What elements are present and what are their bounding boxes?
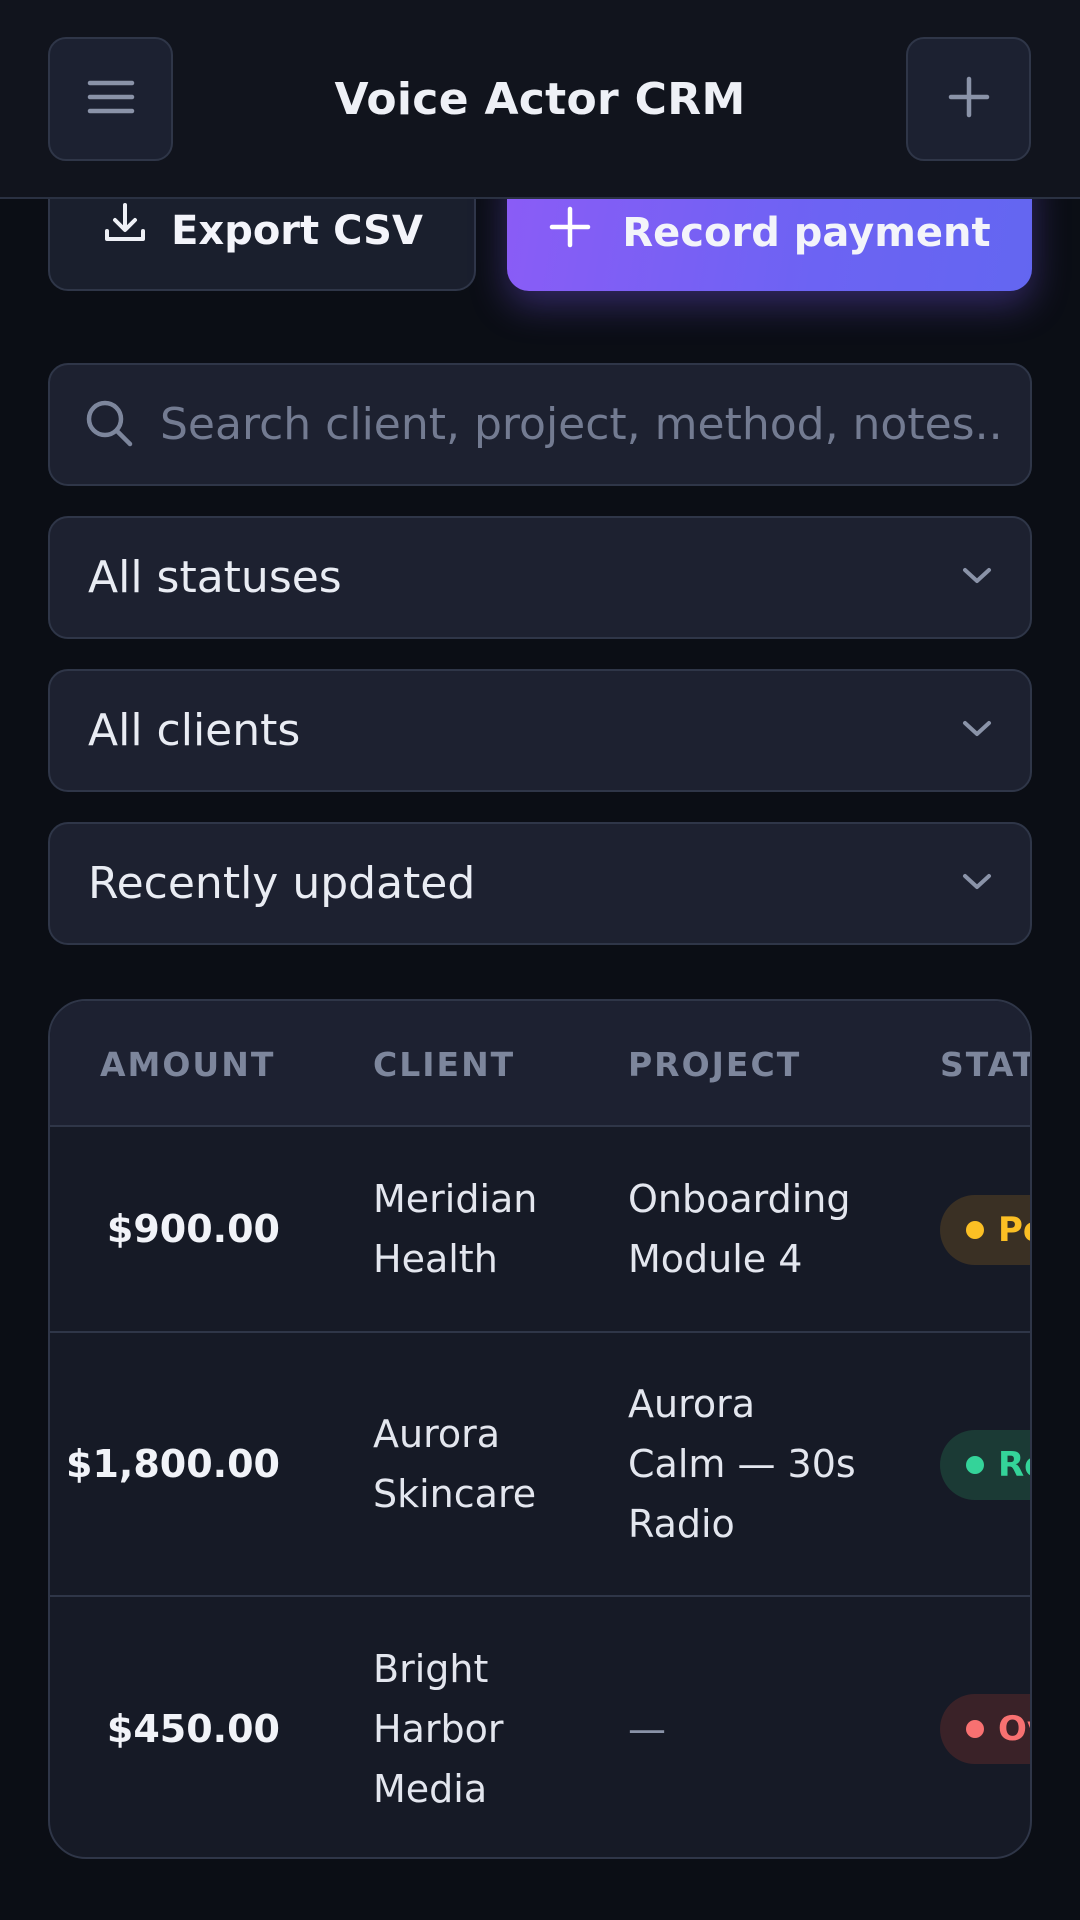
app-root: Export CSV Record payment Voice Actor CR… xyxy=(0,0,1080,1920)
column-header-project[interactable]: PROJECT xyxy=(628,1001,801,1127)
sort-select[interactable]: Recently updated xyxy=(48,822,1032,945)
chevron-down-icon xyxy=(962,566,992,590)
amount-cell: $900.00 xyxy=(106,1207,280,1251)
project-name-line: Onboarding xyxy=(628,1177,851,1221)
status-label: Pending xyxy=(998,1210,1030,1250)
table-row[interactable]: $450.00 Bright Harbor Media — Overdue xyxy=(50,1597,1030,1857)
status-dot xyxy=(966,1456,984,1474)
table-row[interactable]: $1,800.00 Aurora Skincare Aurora Calm — … xyxy=(50,1333,1030,1597)
status-dot xyxy=(966,1221,984,1239)
status-badge: Pending xyxy=(940,1195,1030,1265)
record-payment-label: Record payment xyxy=(622,210,991,256)
download-icon xyxy=(101,199,149,251)
project-cell: — xyxy=(628,1597,888,1857)
status-badge: Overdue xyxy=(940,1694,1030,1764)
client-filter-select[interactable]: All clients xyxy=(48,669,1032,792)
amount-cell: $450.00 xyxy=(106,1707,280,1751)
column-header-client[interactable]: CLIENT xyxy=(373,1001,515,1127)
project-name-line: Module 4 xyxy=(628,1237,803,1281)
search-input[interactable] xyxy=(160,399,1030,450)
chevron-down-icon xyxy=(962,872,992,896)
status-label: Overdue xyxy=(998,1709,1030,1749)
client-name-line: Media xyxy=(373,1767,488,1811)
client-cell: Meridian Health xyxy=(373,1127,563,1331)
amount-cell: $1,800.00 xyxy=(66,1442,280,1486)
chevron-down-icon xyxy=(962,719,992,743)
column-header-status[interactable]: STATUS xyxy=(940,1001,1030,1127)
client-name-line: Harbor xyxy=(373,1707,504,1751)
client-name-line: Health xyxy=(373,1237,498,1281)
project-name-line: Calm — 30s xyxy=(628,1442,856,1486)
status-filter-value: All statuses xyxy=(88,552,342,603)
client-name-line: Aurora xyxy=(373,1412,501,1456)
search-icon xyxy=(84,398,134,452)
search-box[interactable] xyxy=(48,363,1032,486)
client-name-line: Meridian xyxy=(373,1177,538,1221)
project-cell: Aurora Calm — 30s Radio xyxy=(628,1333,888,1595)
project-name-line: Radio xyxy=(628,1502,735,1546)
sort-value: Recently updated xyxy=(88,858,476,909)
project-name-line: Aurora xyxy=(628,1382,756,1426)
table-row[interactable]: $900.00 Meridian Health Onboarding Modul… xyxy=(50,1127,1030,1333)
add-button[interactable] xyxy=(906,37,1031,161)
client-name-line: Skincare xyxy=(373,1472,537,1516)
payments-table: AMOUNT CLIENT PROJECT STATUS $900.00 Mer… xyxy=(48,999,1032,1859)
export-csv-label: Export CSV xyxy=(171,208,423,254)
status-dot xyxy=(966,1720,984,1738)
client-cell: Bright Harbor Media xyxy=(373,1597,563,1857)
client-cell: Aurora Skincare xyxy=(373,1333,563,1595)
plus-icon xyxy=(947,75,991,123)
empty-project-dash: — xyxy=(628,1707,666,1751)
client-name-line: Bright xyxy=(373,1647,489,1691)
column-header-amount[interactable]: AMOUNT xyxy=(100,1001,275,1127)
status-filter-select[interactable]: All statuses xyxy=(48,516,1032,639)
status-label: Received xyxy=(998,1445,1030,1485)
project-cell: Onboarding Module 4 xyxy=(628,1127,888,1331)
top-app-bar: Voice Actor CRM xyxy=(0,0,1080,199)
client-filter-value: All clients xyxy=(88,705,301,756)
status-badge: Received xyxy=(940,1430,1030,1500)
table-header: AMOUNT CLIENT PROJECT STATUS xyxy=(50,1001,1030,1127)
plus-icon xyxy=(548,205,592,253)
